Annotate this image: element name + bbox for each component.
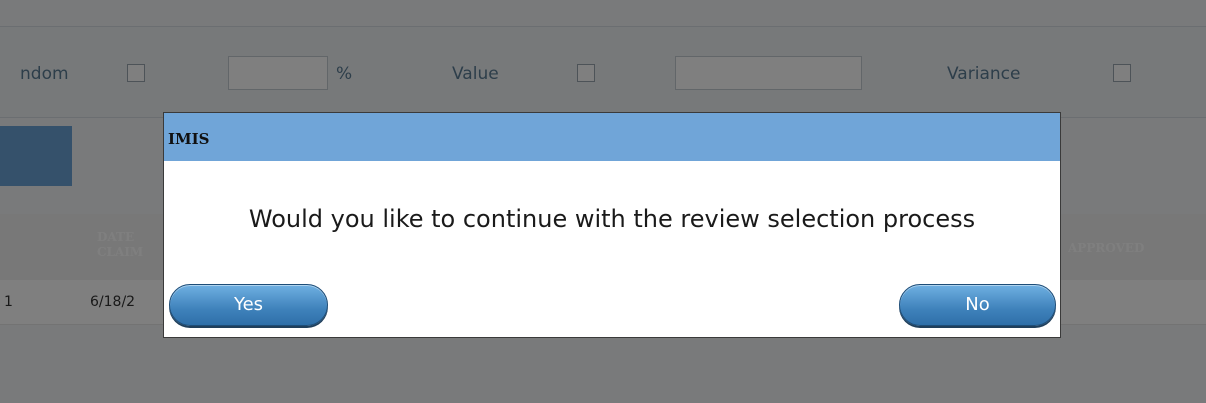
dialog-title: IMIS	[168, 130, 210, 148]
yes-button[interactable]: Yes	[169, 284, 328, 326]
dialog-title-bar: IMIS	[164, 113, 1060, 161]
dialog-message: Would you like to continue with the revi…	[248, 205, 976, 233]
confirm-dialog: IMIS Would you like to continue with the…	[163, 112, 1061, 338]
no-button[interactable]: No	[899, 284, 1056, 326]
